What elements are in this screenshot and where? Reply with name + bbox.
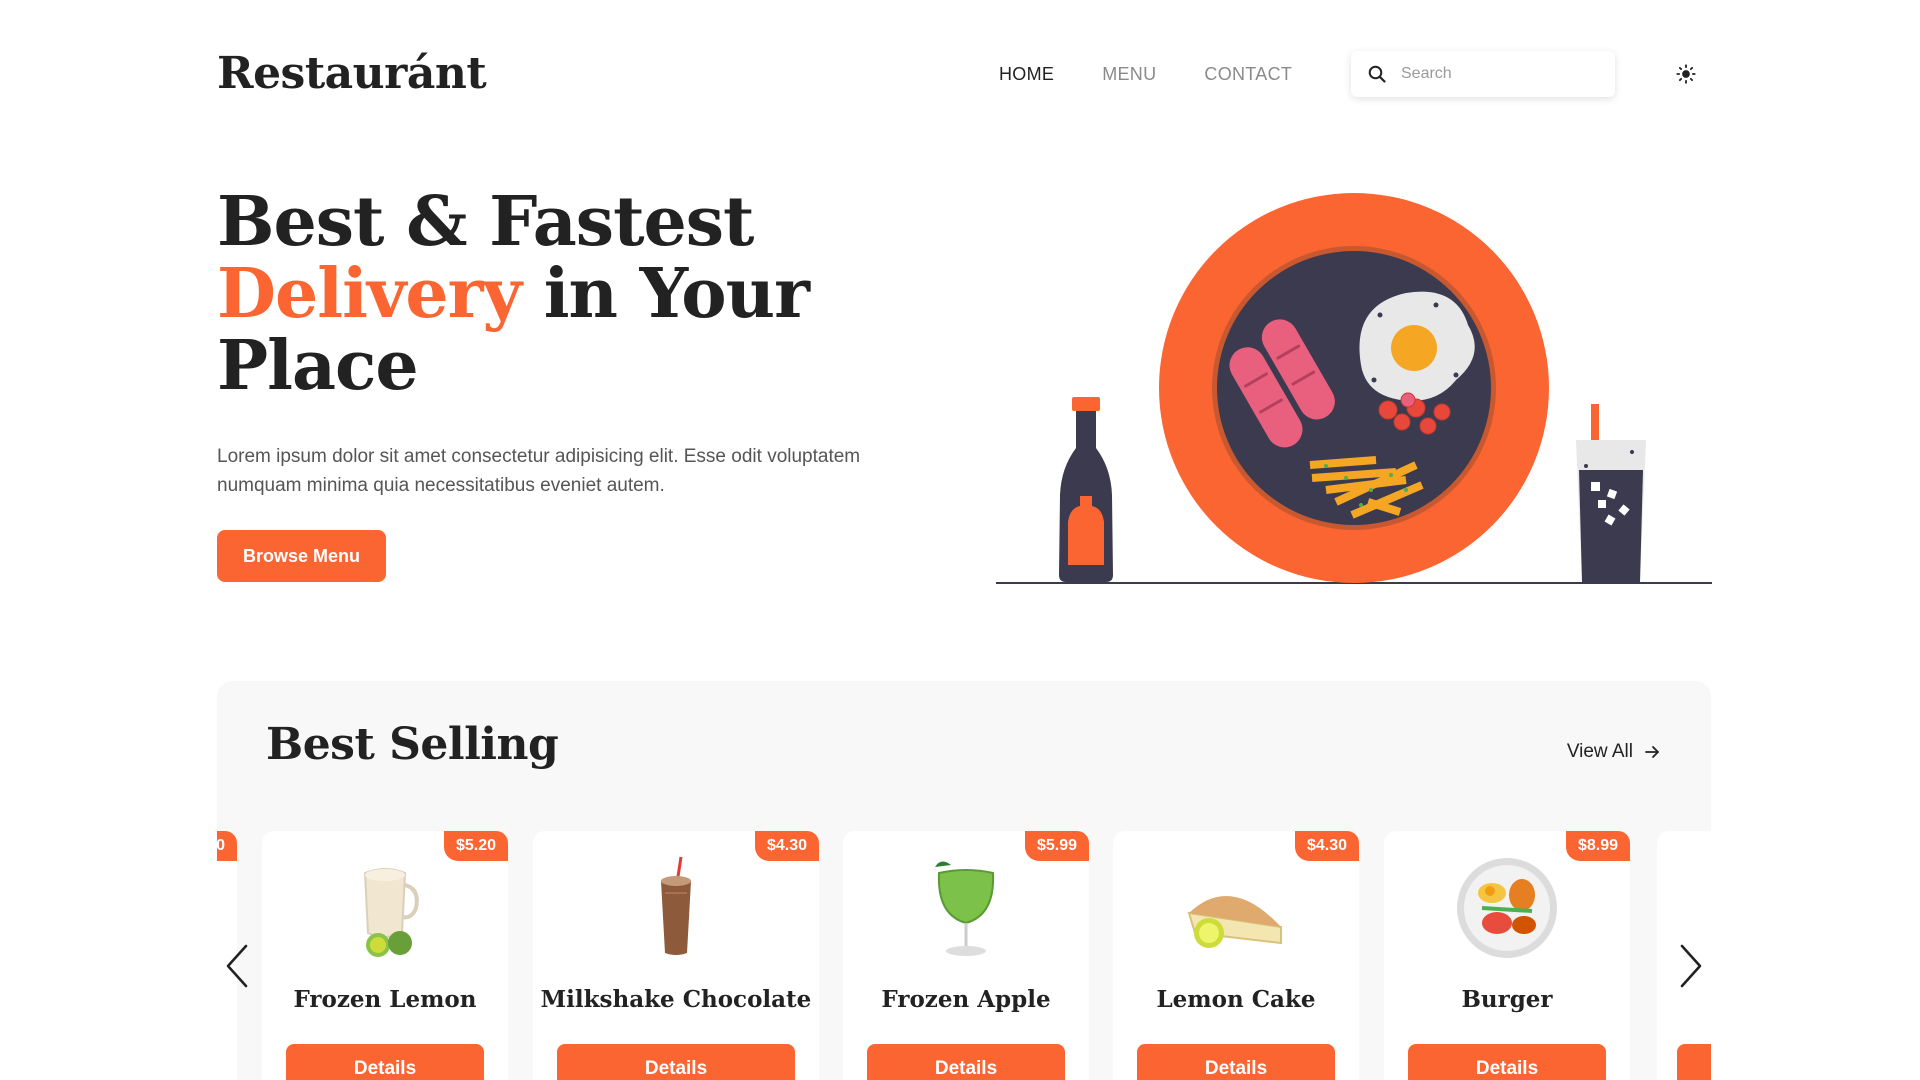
price-badge: 0 xyxy=(217,831,237,861)
breakfast-plate-illustration xyxy=(996,193,1712,584)
nav-home[interactable]: HOME xyxy=(999,64,1054,85)
product-name: Frozen Apple xyxy=(881,986,1051,1013)
product-name: Milkshake Chocolate xyxy=(540,986,812,1013)
search-icon xyxy=(1368,65,1386,83)
product-card: $8.99 Burger Details xyxy=(1384,831,1630,1080)
carousel-prev-button[interactable] xyxy=(217,936,257,996)
best-selling-section: Best Selling View All 0 $5.20 Frozen Lem… xyxy=(217,681,1711,1080)
details-button[interactable]: Details xyxy=(557,1044,795,1080)
product-card: $5.20 Frozen Lemon Details xyxy=(262,831,508,1080)
price-badge: $4.30 xyxy=(754,831,819,861)
sauce-bottle-icon xyxy=(1059,397,1113,582)
search-box xyxy=(1351,51,1615,97)
frozen-lemon-icon xyxy=(363,868,419,957)
product-card: $4.30 Lemon Cake Details xyxy=(1113,831,1359,1080)
nav-menu[interactable]: MENU xyxy=(1102,64,1156,85)
site-header: Restauránt HOME MENU CONTACT xyxy=(217,44,1710,104)
nav-contact[interactable]: CONTACT xyxy=(1204,64,1292,85)
product-card: $5.99 Frozen Apple Details xyxy=(843,831,1089,1080)
product-name: Burger xyxy=(1461,986,1553,1013)
details-button[interactable]: Details xyxy=(1137,1044,1335,1080)
theme-toggle-button[interactable] xyxy=(1671,59,1701,89)
details-button[interactable]: Details xyxy=(867,1044,1065,1080)
site-logo[interactable]: Restauránt xyxy=(217,44,487,104)
price-badge: $4.30 xyxy=(1294,831,1359,861)
details-button[interactable]: Details xyxy=(1408,1044,1606,1080)
view-all-label: View All xyxy=(1566,741,1633,762)
hero-title-line1: Best & Fastest xyxy=(217,182,754,262)
best-selling-title: Best Selling xyxy=(266,719,559,770)
arrow-right-icon xyxy=(1645,746,1659,758)
lemon-cake-icon xyxy=(1187,895,1282,948)
hero-title-accent: Delivery xyxy=(217,254,522,334)
sun-icon xyxy=(1676,64,1696,84)
price-badge: $5.20 xyxy=(443,831,508,861)
search-input[interactable] xyxy=(1401,65,1601,83)
price-badge: $5.99 xyxy=(1024,831,1089,861)
milkshake-icon xyxy=(661,856,691,955)
view-all-link[interactable]: View All xyxy=(1567,741,1661,763)
burger-plate-icon xyxy=(1457,858,1557,958)
details-button-partial[interactable] xyxy=(1677,1044,1711,1080)
main-nav: HOME MENU CONTACT xyxy=(999,44,1292,104)
best-selling-carousel: 0 $5.20 Frozen Lemon Details $4.30 Milks… xyxy=(217,831,1711,1080)
hero-title-line2: in Your xyxy=(521,254,810,334)
soda-glass-icon xyxy=(1576,404,1646,582)
frozen-apple-icon xyxy=(935,861,995,956)
browse-menu-button[interactable]: Browse Menu xyxy=(217,530,386,582)
carousel-next-button[interactable] xyxy=(1671,936,1711,996)
hero-description: Lorem ipsum dolor sit amet consectetur a… xyxy=(217,446,861,496)
plate-icon xyxy=(1159,193,1549,583)
price-badge: $8.99 xyxy=(1565,831,1630,861)
product-card: $4.30 Milkshake Chocolate Details xyxy=(533,831,819,1080)
hero-title-line3: Place xyxy=(217,326,419,406)
details-button[interactable]: Details xyxy=(286,1044,484,1080)
product-name: Frozen Lemon xyxy=(293,986,477,1013)
chevron-left-icon xyxy=(226,944,248,988)
chevron-right-icon xyxy=(1680,944,1702,988)
hero-title: Best & Fastest Delivery in Your Place xyxy=(217,186,917,402)
product-name: Lemon Cake xyxy=(1156,986,1316,1013)
